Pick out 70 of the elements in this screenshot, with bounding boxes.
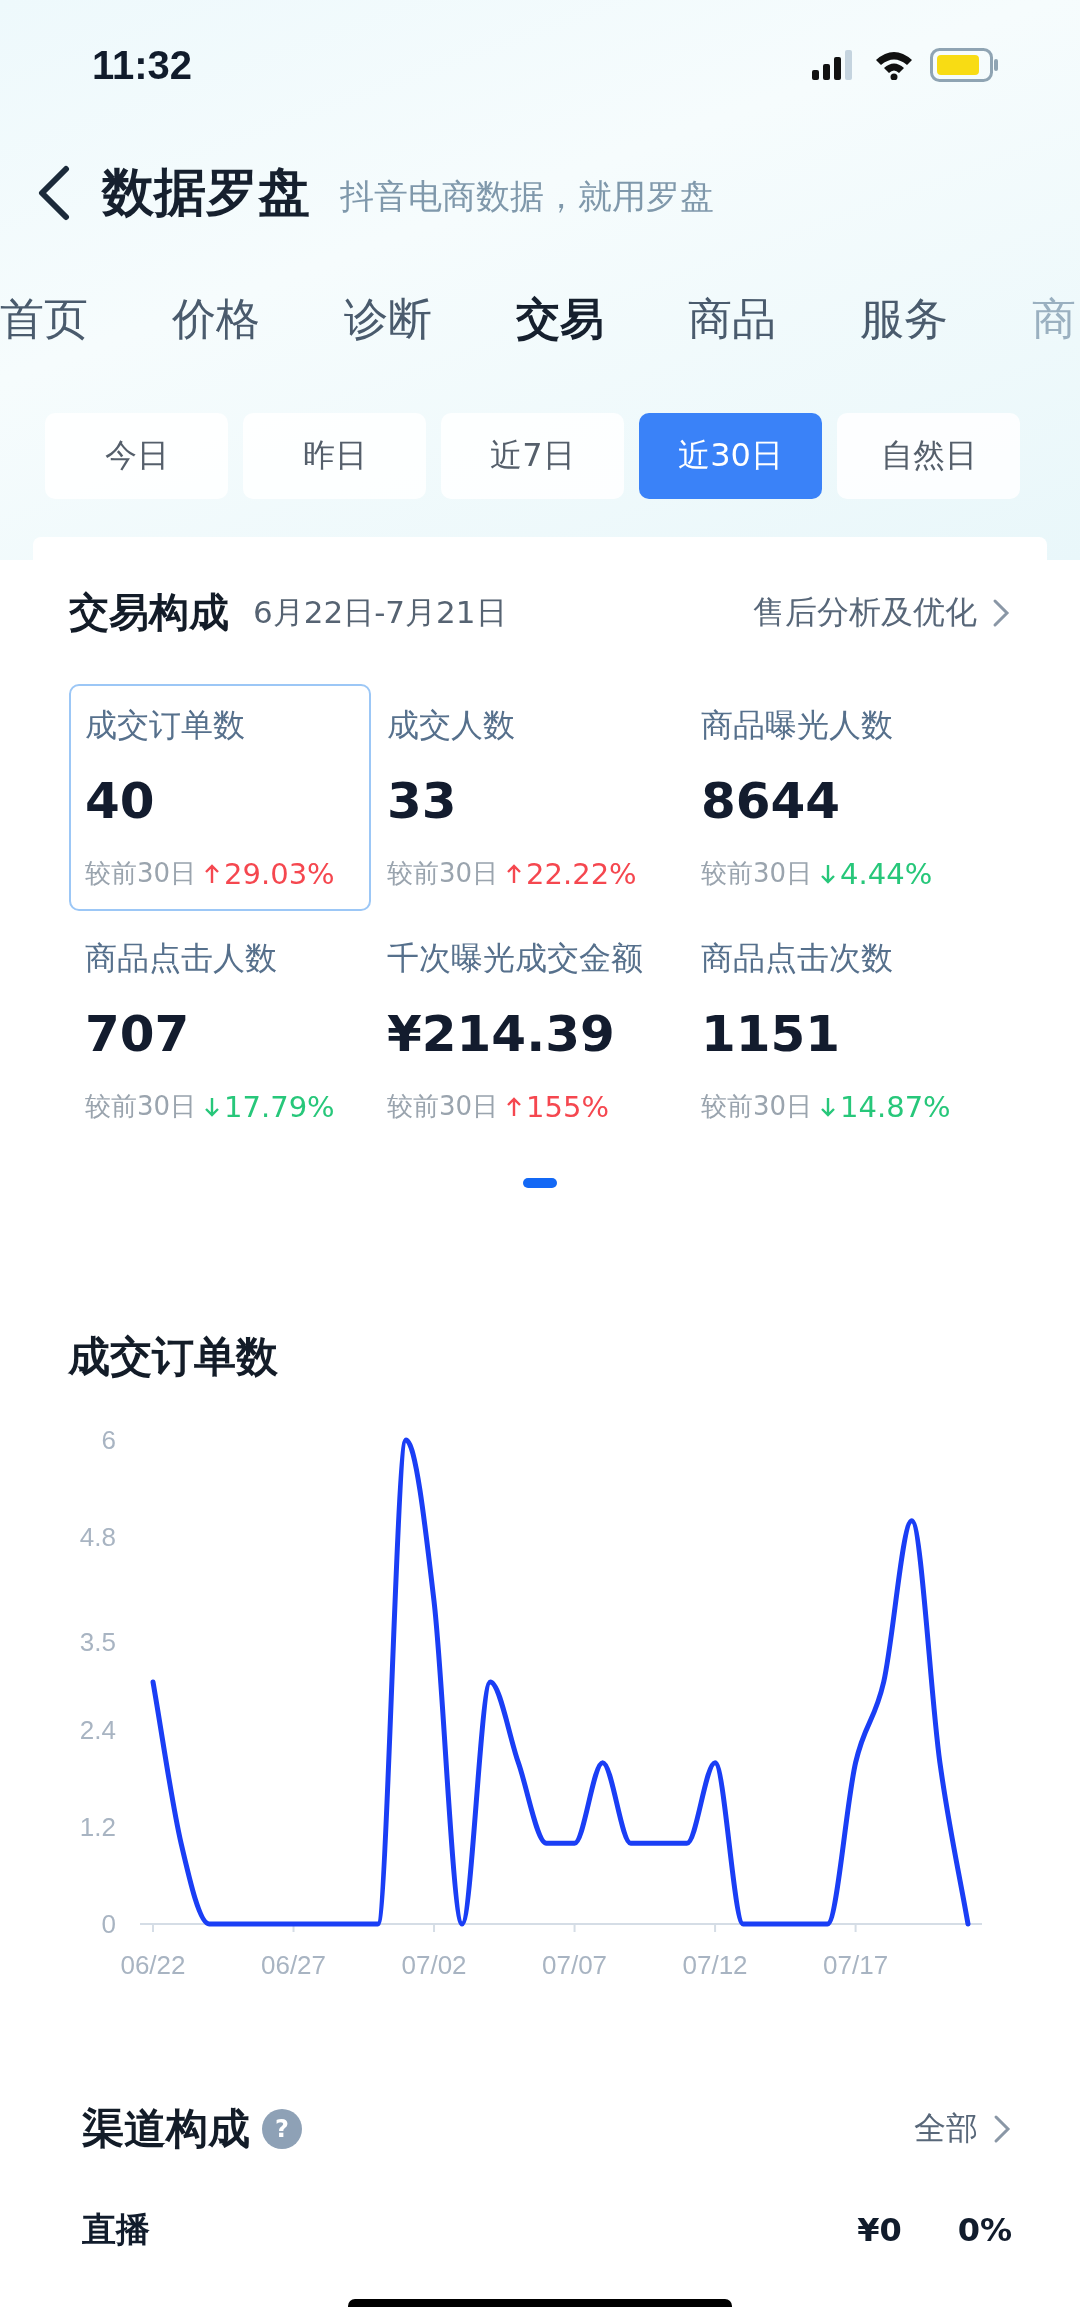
category-tab[interactable]: 服务 xyxy=(860,289,948,349)
comparison-label: 较前30日 xyxy=(701,857,813,890)
battery-icon xyxy=(930,48,1000,82)
change-percent: 22.22% xyxy=(526,856,637,891)
metric-tile[interactable]: 千次曝光成交金额 ¥214.39 较前30日 155% xyxy=(371,917,673,1144)
comparison-label: 较前30日 xyxy=(85,857,197,890)
channel-amount: ¥0 xyxy=(857,2211,902,2249)
metric-tile[interactable]: 商品曝光人数 8644 较前30日 4.44% xyxy=(685,684,987,911)
change-percent: 155% xyxy=(526,1089,609,1124)
date-range-tab[interactable]: 昨日 xyxy=(243,413,426,499)
change-percent: 17.79% xyxy=(224,1089,335,1124)
y-axis-label: 4.8 xyxy=(79,1521,116,1552)
change-percent: 14.87% xyxy=(840,1089,951,1124)
x-axis-label: 07/07 xyxy=(542,1950,608,1980)
metric-value: 1151 xyxy=(701,1005,842,1063)
metric-tile[interactable]: 成交人数 33 较前30日 22.22% xyxy=(371,684,673,911)
channel-name: 直播 xyxy=(82,2208,150,2251)
comparison-label: 较前30日 xyxy=(387,1090,499,1123)
y-axis-label: 6 xyxy=(101,1425,116,1455)
category-tab[interactable]: 诊断 xyxy=(344,289,432,349)
category-tab[interactable]: 商品 xyxy=(688,289,776,349)
metric-value: 40 xyxy=(85,772,156,830)
page-indicator xyxy=(523,1178,557,1188)
metric-tile[interactable]: 商品点击次数 1151 较前30日 14.87% xyxy=(685,917,987,1144)
metric-value: ¥214.39 xyxy=(387,1005,616,1063)
comparison-label: 较前30日 xyxy=(701,1090,813,1123)
x-axis-label: 06/27 xyxy=(261,1950,327,1980)
back-button[interactable] xyxy=(36,164,72,221)
wifi-icon xyxy=(874,50,914,80)
y-axis-label: 0 xyxy=(101,1909,116,1939)
date-range-tab[interactable]: 近7日 xyxy=(441,413,624,499)
chart-title: 成交订单数 xyxy=(68,1331,279,1383)
date-range: 6月22日-7月21日 xyxy=(253,592,507,632)
metric-value: 33 xyxy=(387,772,458,830)
metric-label: 商品点击次数 xyxy=(701,938,894,979)
status-time: 11:32 xyxy=(92,42,193,88)
metric-label: 成交人数 xyxy=(387,705,516,746)
y-axis-label: 2.4 xyxy=(79,1715,116,1746)
date-range-tab[interactable]: 自然日 xyxy=(837,413,1020,499)
metric-label: 商品曝光人数 xyxy=(701,705,894,746)
y-axis-label: 1.2 xyxy=(79,1812,116,1843)
comparison-label: 较前30日 xyxy=(85,1090,197,1123)
metric-tile[interactable]: 成交订单数 40 较前30日 29.03% xyxy=(69,684,371,911)
card-title: 交易构成 xyxy=(69,588,229,637)
change-percent: 4.44% xyxy=(840,856,933,891)
y-axis-label: 3.5 xyxy=(79,1626,116,1657)
comparison-label: 较前30日 xyxy=(387,857,499,890)
category-tab[interactable]: 首页 xyxy=(0,289,88,349)
filter-dropdown[interactable]: 全部 xyxy=(914,2107,1012,2151)
after-sales-link[interactable]: 售后分析及优化 xyxy=(753,590,1011,635)
x-axis-label: 07/12 xyxy=(682,1950,748,1980)
category-tab[interactable]: 交易 xyxy=(516,289,604,349)
page-title: 数据罗盘 xyxy=(102,160,310,224)
channel-share: 0% xyxy=(957,2211,1012,2249)
metric-value: 707 xyxy=(85,1005,191,1063)
metric-label: 千次曝光成交金额 xyxy=(387,938,644,979)
date-range-tab[interactable]: 近30日 xyxy=(639,413,822,499)
category-tab[interactable]: 价格 xyxy=(172,289,260,349)
date-range-tab[interactable]: 今日 xyxy=(45,413,228,499)
metric-tile[interactable]: 商品点击人数 707 较前30日 17.79% xyxy=(69,917,371,1144)
section-title: 渠道构成 xyxy=(82,2103,250,2155)
metric-label: 成交订单数 xyxy=(85,705,246,746)
change-percent: 29.03% xyxy=(224,856,335,891)
x-axis-label: 06/22 xyxy=(120,1950,186,1980)
metric-label: 商品点击人数 xyxy=(85,938,278,979)
x-axis-label: 07/17 xyxy=(823,1950,889,1980)
page-subtitle: 抖音电商数据，就用罗盘 xyxy=(340,174,714,218)
chevron-icon xyxy=(992,2113,1012,2145)
x-axis-label: 07/02 xyxy=(401,1950,467,1980)
metric-value: 8644 xyxy=(701,772,842,830)
